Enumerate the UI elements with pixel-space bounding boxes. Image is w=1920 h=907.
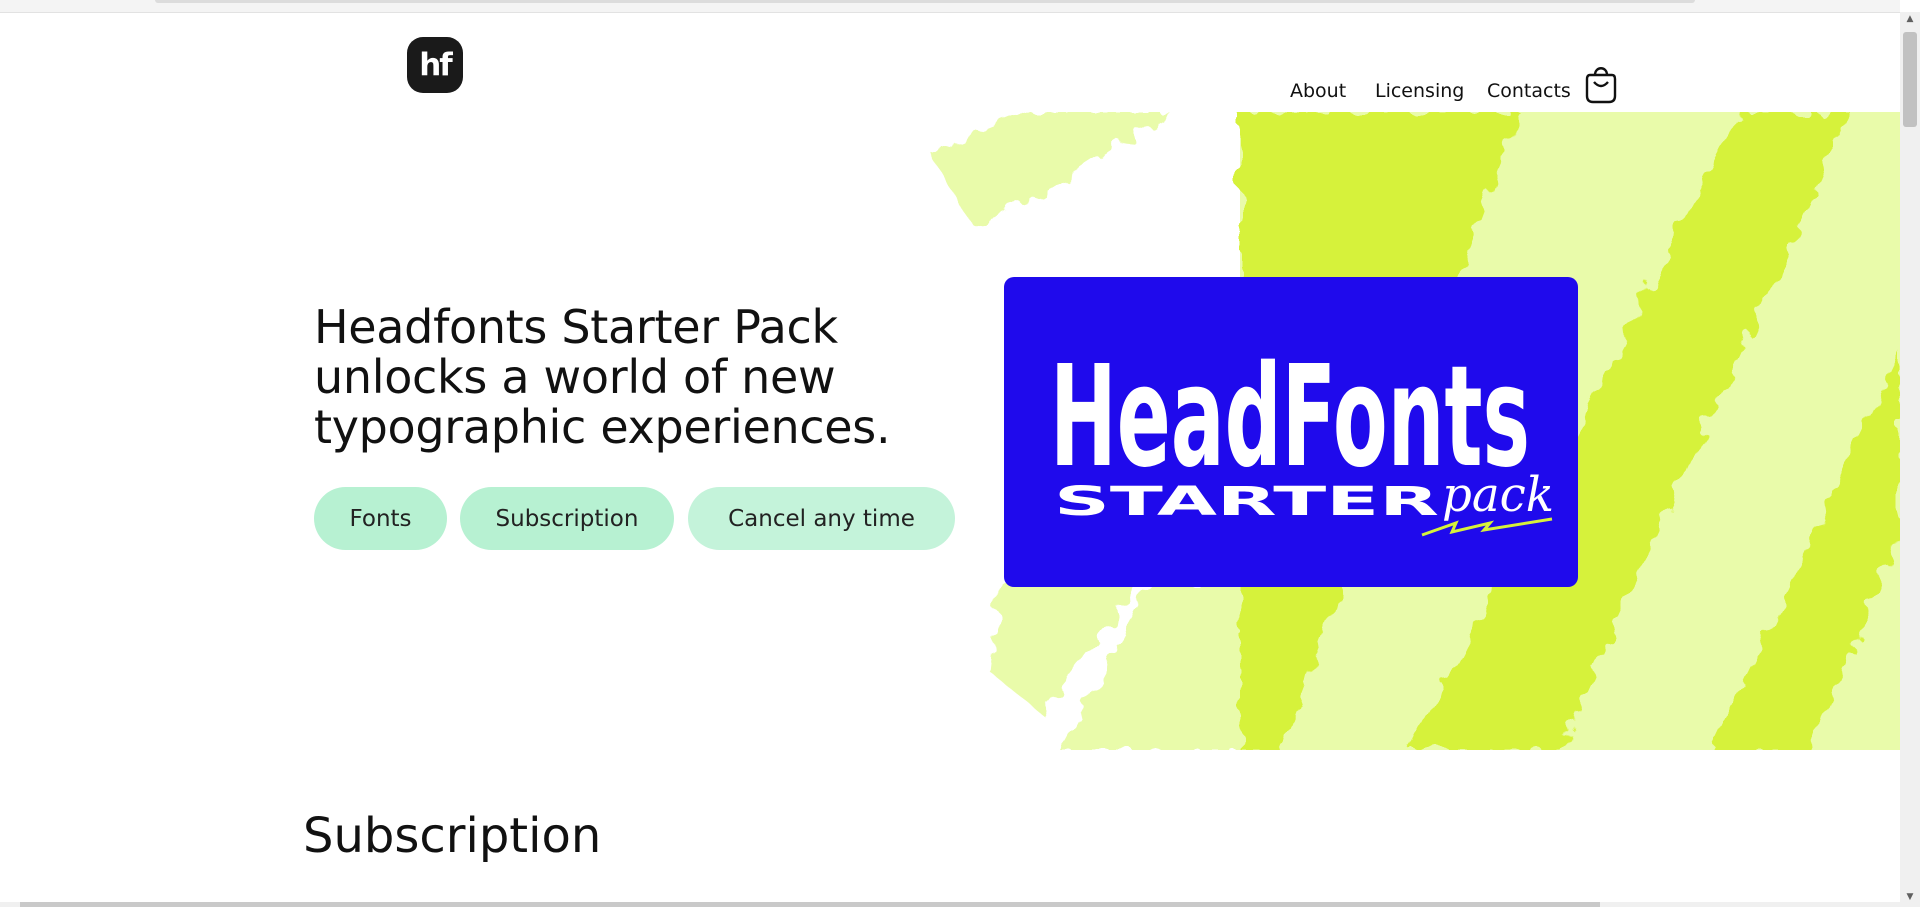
- site-logo[interactable]: hf: [407, 37, 463, 93]
- chip-fonts[interactable]: Fonts: [314, 487, 447, 550]
- nav-link-about[interactable]: About: [1290, 80, 1346, 102]
- horizontal-scrollbar-thumb[interactable]: [20, 902, 1600, 907]
- subscription-section-title: Subscription: [303, 808, 602, 864]
- vertical-scrollbar[interactable]: ▲ ▼: [1900, 12, 1920, 907]
- hero-headline-line-1: Headfonts Starter Pack: [314, 300, 838, 354]
- nav-link-licensing[interactable]: Licensing: [1375, 80, 1464, 102]
- scrollbar-thumb[interactable]: [1903, 32, 1917, 127]
- shopping-bag-icon[interactable]: [1584, 62, 1618, 104]
- browser-tab-edge: [155, 0, 1695, 3]
- starter-pack-artwork: HeadFonts STARTER pack: [1050, 336, 1554, 537]
- hero-headline-line-3: typographic experiences.: [314, 400, 891, 454]
- chip-cancel-any-time[interactable]: Cancel any time: [688, 487, 955, 550]
- hero-headline-line-2: unlocks a world of new: [314, 350, 836, 404]
- hero-headline: Headfonts Starter Pack unlocks a world o…: [314, 300, 891, 454]
- scroll-down-arrow-icon[interactable]: ▼: [1900, 890, 1920, 904]
- horizontal-scrollbar[interactable]: [0, 902, 1900, 907]
- chip-subscription[interactable]: Subscription: [460, 487, 674, 550]
- browser-top-strip: [0, 0, 1900, 13]
- nav-link-contacts[interactable]: Contacts: [1487, 80, 1571, 102]
- starter-pack-promo-card[interactable]: HeadFonts STARTER pack: [1004, 277, 1578, 587]
- promo-pack-text: pack: [1442, 467, 1554, 523]
- promo-starter-text: STARTER: [1054, 479, 1439, 525]
- scroll-up-arrow-icon[interactable]: ▲: [1900, 12, 1920, 26]
